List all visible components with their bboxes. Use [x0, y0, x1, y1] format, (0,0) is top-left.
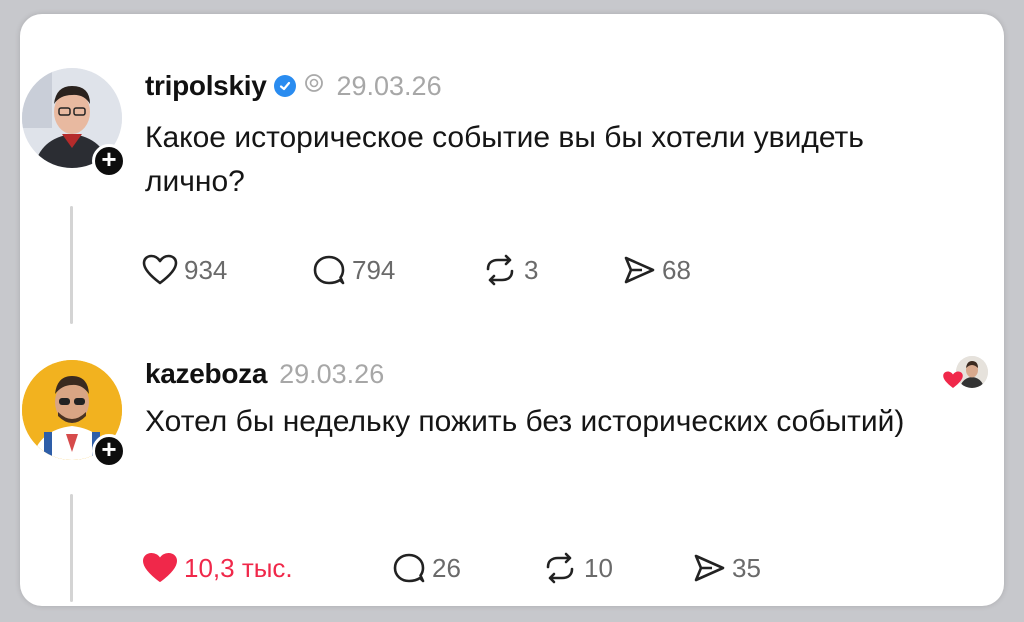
post-text: Какое историческое событие вы бы хотели …: [145, 121, 864, 198]
share-count: 68: [662, 254, 691, 285]
thread-line: [70, 494, 73, 602]
repost-icon: [542, 552, 578, 584]
post-date: 29.03.26: [336, 70, 442, 101]
reply-count: 26: [432, 552, 461, 583]
username[interactable]: kazeboza: [145, 358, 267, 390]
post-header: kazeboza 29.03.26: [145, 356, 384, 392]
post-actions: 934 794 3 68: [142, 250, 691, 290]
post-actions: 10,3 тыс. 26 10 35: [142, 548, 761, 588]
follow-button[interactable]: +: [92, 144, 126, 178]
like-button[interactable]: 10,3 тыс.: [142, 552, 392, 584]
comment-icon: [312, 254, 346, 286]
reply-button[interactable]: 794: [312, 254, 482, 286]
threads-icon: [304, 73, 324, 99]
follow-button[interactable]: +: [92, 434, 126, 468]
thread-line: [70, 206, 73, 324]
send-icon: [622, 254, 656, 286]
like-button[interactable]: 934: [142, 254, 312, 286]
post-date: 29.03.26: [279, 358, 385, 389]
heart-icon: [942, 370, 964, 395]
like-count: 10,3 тыс.: [184, 552, 293, 583]
repost-button[interactable]: 10: [542, 552, 692, 584]
author-liked-badge: [942, 356, 990, 396]
username[interactable]: tripolskiy: [145, 70, 267, 102]
repost-button[interactable]: 3: [482, 254, 622, 286]
repost-count: 10: [584, 552, 613, 583]
post-tripolskiy: + tripolskiy 29.03.26 Какое историческое…: [20, 14, 1004, 334]
share-button[interactable]: 68: [622, 254, 691, 286]
send-icon: [692, 552, 726, 584]
post-text: Хотел бы недельку пожить без исторически…: [145, 405, 905, 438]
share-count: 35: [732, 552, 761, 583]
threads-card: + tripolskiy 29.03.26 Какое историческое…: [20, 14, 1004, 606]
post-header: tripolskiy 29.03.26: [145, 68, 442, 104]
post-kazeboza: + kazeboza 29.03.26 Хотел бы недельку по…: [20, 334, 1004, 606]
comment-icon: [392, 552, 426, 584]
repost-icon: [482, 254, 518, 286]
verified-badge-icon: [274, 75, 297, 97]
reply-count: 794: [352, 254, 396, 285]
share-button[interactable]: 35: [692, 552, 761, 584]
like-count: 934: [184, 254, 228, 285]
reply-button[interactable]: 26: [392, 552, 542, 584]
heart-icon: [142, 254, 178, 286]
repost-count: 3: [524, 254, 539, 285]
heart-icon: [142, 552, 178, 584]
